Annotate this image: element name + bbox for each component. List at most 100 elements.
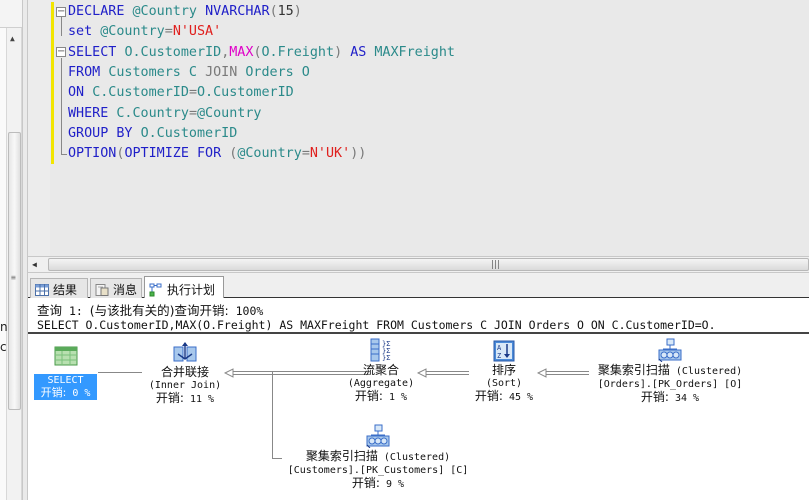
- query-cost-summary: 查询 1: (与该批有关的)查询开销: 100%: [37, 300, 263, 319]
- node-cost: 1 %: [382, 392, 408, 403]
- code-token: @Country: [197, 105, 262, 121]
- code-token: N'UK': [309, 146, 351, 162]
- plan-node-aggregate[interactable]: }Σ }Σ }Σ 流聚合 (Aggregate) 开销: 1 %: [338, 338, 424, 404]
- code-line[interactable]: SELECT O.CustomerID,MAX(O.Freight) AS MA…: [68, 43, 455, 63]
- tab-messages[interactable]: 消息: [90, 278, 142, 298]
- left-scrollbar-thumb[interactable]: ≡: [8, 132, 21, 410]
- left-panel-partial-text: c: [0, 340, 7, 354]
- collapse-icon[interactable]: −: [56, 7, 66, 17]
- code-line[interactable]: OPTION(OPTIMIZE FOR (@Country=N'UK')): [68, 144, 366, 164]
- grid-icon: [35, 283, 49, 296]
- query-editor[interactable]: − − DECLARE @Country NVARCHAR(15) set @Co…: [28, 0, 809, 256]
- connector-select-join: [98, 372, 142, 373]
- scroll-left-arrow-icon[interactable]: ◀: [32, 260, 37, 269]
- code-token: OPTIMIZE FOR: [124, 146, 230, 162]
- tab-results[interactable]: 结果: [30, 278, 88, 298]
- clustered-index-scan-icon: [658, 338, 682, 362]
- cost-label: 开销:: [155, 391, 184, 405]
- execution-plan-pane: 查询 1: (与该批有关的)查询开销: 100% SELECT O.Custom…: [28, 298, 809, 500]
- collapse-icon[interactable]: −: [56, 47, 66, 57]
- clustered-index-scan-icon: [366, 424, 390, 448]
- left-panel-scrollbar[interactable]: ▲ ≡: [6, 28, 22, 500]
- node-name: 流聚合: [362, 363, 399, 377]
- code-token: ): [293, 4, 302, 19]
- query-cost-label: (与该批有关的)查询开销:: [89, 303, 229, 318]
- code-line[interactable]: ON C.CustomerID=O.CustomerID: [68, 83, 294, 103]
- scroll-up-arrow-icon[interactable]: ▲: [10, 34, 15, 43]
- grip-icon: ≡: [11, 273, 16, 282]
- tab-results-label: 结果: [53, 283, 78, 297]
- editor-horizontal-scrollbar[interactable]: ◀ |||: [28, 256, 809, 273]
- code-token: ): [334, 44, 351, 60]
- code-token: =: [188, 105, 197, 121]
- plan-header: 查询 1: (与该批有关的)查询开销: 100% SELECT O.Custom…: [28, 298, 809, 334]
- code-token: FROM: [68, 64, 109, 80]
- node-subtitle: (Clustered): [669, 366, 743, 377]
- code-token: WHERE: [68, 105, 117, 121]
- code-token: OPTION: [68, 146, 117, 162]
- svg-text:Z: Z: [497, 352, 501, 360]
- cost-label: 开销:: [40, 386, 67, 399]
- code-token: JOIN: [205, 64, 246, 80]
- code-line[interactable]: FROM Customers C JOIN Orders O: [68, 63, 310, 83]
- code-token: @Country: [132, 4, 206, 19]
- plan-node-orders-clustered-scan[interactable]: 聚集索引扫描 (Clustered) [Orders].[PK_Orders] …: [590, 338, 750, 405]
- message-icon: [95, 283, 109, 296]
- grip-icon: |||: [491, 260, 501, 270]
- node-name: 排序: [491, 363, 516, 377]
- code-token: NVARCHAR: [205, 4, 270, 19]
- code-token: set: [68, 24, 101, 40]
- code-token: Customers C: [108, 64, 206, 80]
- sort-icon: A Z: [493, 340, 515, 362]
- tab-messages-label: 消息: [113, 283, 138, 297]
- code-token: O.CustomerID: [197, 85, 294, 101]
- code-token: =: [164, 24, 173, 40]
- plan-node-merge-join[interactable]: 合并联接 (Inner Join) 开销: 11 %: [140, 342, 230, 406]
- code-token: @Country: [237, 146, 302, 162]
- horizontal-scrollbar-thumb[interactable]: |||: [48, 258, 809, 271]
- select-result-icon: [54, 346, 77, 366]
- cost-label: 开销:: [474, 389, 503, 403]
- node-object: [Orders].[PK_Orders] [O]: [597, 379, 743, 390]
- svg-text:}Σ: }Σ: [382, 354, 390, 362]
- plan-node-select[interactable]: [34, 346, 97, 368]
- code-token: AS: [350, 44, 375, 60]
- code-token: O.CustomerID: [124, 44, 222, 60]
- code-line[interactable]: set @Country=N'USA': [68, 22, 221, 42]
- tab-execution-plan[interactable]: 执行计划: [144, 276, 224, 299]
- cost-label: 开销:: [354, 389, 383, 403]
- code-token: =: [301, 146, 310, 162]
- connector-sort-orders-scan: [541, 371, 589, 375]
- node-name: 合并联接: [160, 365, 209, 379]
- left-panel-header: [0, 0, 22, 28]
- node-cost: 11 %: [183, 394, 215, 405]
- plan-node-sort[interactable]: A Z 排序 (Sort) 开销: 45 %: [468, 340, 540, 404]
- connector-join-branch: [272, 371, 273, 459]
- code-token: Orders O: [245, 64, 310, 80]
- code-token: MAX: [229, 44, 254, 60]
- code-line[interactable]: WHERE C.Country=@Country: [68, 104, 262, 124]
- node-cost: 45 %: [502, 392, 534, 403]
- tab-execution-plan-label: 执行计划: [167, 282, 216, 297]
- code-token: GROUP BY: [68, 125, 141, 141]
- code-token: MAXFreight: [374, 44, 455, 60]
- node-name: 聚集索引扫描: [597, 363, 670, 377]
- merge-join-icon: [173, 342, 197, 362]
- code-token: C.CustomerID: [92, 85, 189, 101]
- code-line[interactable]: DECLARE @Country NVARCHAR(15): [68, 2, 302, 22]
- code-token: O.Freight: [261, 44, 335, 60]
- connector-join-branch: [228, 371, 274, 372]
- plan-node-select-label[interactable]: SELECT 开销: 0 %: [34, 374, 97, 400]
- connector-aggregate-sort: [421, 371, 469, 375]
- code-token: N'USA': [172, 24, 222, 40]
- plan-node-customers-clustered-scan[interactable]: 聚集索引扫描 (Clustered) [Customers].[PK_Custo…: [282, 424, 474, 491]
- code-token: O.CustomerID: [140, 125, 238, 141]
- code-token: 15: [277, 4, 294, 19]
- code-line[interactable]: GROUP BY O.CustomerID: [68, 124, 237, 144]
- outline-line: [61, 154, 67, 155]
- cost-label: 开销:: [640, 390, 669, 404]
- code-token: @Country: [100, 24, 165, 40]
- node-cost: 34 %: [668, 393, 700, 404]
- node-subtitle: (Clustered): [377, 452, 451, 463]
- change-indicator-bar: [51, 2, 54, 164]
